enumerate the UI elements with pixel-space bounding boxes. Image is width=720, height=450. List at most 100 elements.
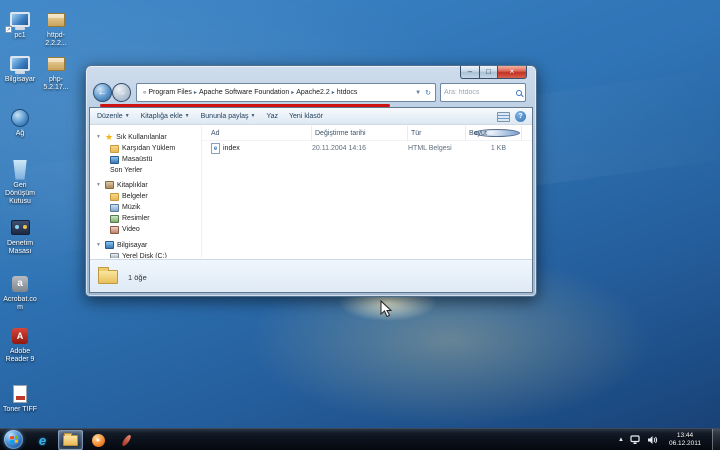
desktop-icon-computer[interactable]: Bilgisayar [2,52,38,84]
disk-drive-icon [110,253,119,258]
column-header-name[interactable]: Ad [208,126,312,141]
help-icon[interactable]: ? [515,111,526,122]
taskbar-clock[interactable]: 13:44 06.12.2011 [662,432,708,448]
back-button[interactable]: ← [93,83,112,102]
desktop-icon-label: Toner TIFF [2,406,38,414]
sidebar-item-downloads[interactable]: Karşıdan Yüklem [90,143,201,154]
sidebar-section-computer[interactable]: ▼Bilgisayar [90,239,201,251]
windows-logo-icon [10,436,18,444]
column-header-size[interactable]: Boyut [466,126,522,141]
desktop-icon-label: pc1 [2,32,38,40]
change-view-icon[interactable] [497,112,510,122]
tray-overflow-icon[interactable]: ▲ [618,437,624,443]
volume-icon[interactable] [647,435,658,445]
command-toolbar: Düzenle▼ Kitaplığa ekle▼ Bununla paylaş▼… [90,108,532,125]
close-icon: × [510,68,515,76]
maximize-button[interactable]: □ [479,66,498,79]
breadcrumb-segment[interactable]: Program Files [148,89,192,96]
sidebar-section-libraries[interactable]: ▼Kitaplıklar [90,179,201,191]
column-headers: Ad Değiştirme tarihi Tür Boyut [202,126,532,141]
monitor-icon [10,56,30,71]
taskbar-media-player-button[interactable]: ▸ [86,430,111,450]
search-box[interactable] [440,83,526,102]
package-icon [47,13,65,27]
desktop-icon-php-installer[interactable]: php-5.2.17... [38,52,74,92]
address-dropdown-icon[interactable]: ▼ [415,90,421,96]
forward-button[interactable]: → [112,83,131,102]
sidebar-item-desktop[interactable]: Masaüstü [90,154,201,165]
file-list-pane: Ad Değiştirme tarihi Tür Boyut eindex 20… [202,126,532,258]
taskbar-internet-explorer-button[interactable]: e [30,430,55,450]
file-row-index[interactable]: eindex 20.11.2004 14:16 HTML Belgesi 1 K… [202,141,532,156]
document-icon [13,385,27,403]
breadcrumb-separator-icon: ▸ [194,89,197,96]
sidebar-section-favorites[interactable]: ▼★Sık Kullanılanlar [90,131,201,143]
desktop-icon-pc1[interactable]: ↗ pc1 [2,8,38,40]
desktop-icon-label: Acrobat.com [2,296,38,312]
sidebar-item-videos[interactable]: Video [90,224,201,235]
mouse-cursor [380,300,392,323]
taskbar-apache-monitor-button[interactable] [114,430,139,450]
close-button[interactable]: × [498,66,527,79]
minimize-button[interactable]: – [460,66,479,79]
computer-icon [105,241,114,249]
desktop-wallpaper: ↗ pc1 httpd-2.2.2... Bilgisayar php-5.2.… [0,0,720,450]
desktop-icon-httpd-installer[interactable]: httpd-2.2.2... [38,8,74,48]
breadcrumb-overflow-chevron[interactable]: « [143,90,146,96]
new-folder-button[interactable]: Yeni klasör [289,113,323,120]
desktop-icon-label: Bilgisayar [2,76,38,84]
desktop-icon-acrobat-com[interactable]: a Acrobat.com [2,272,38,312]
network-icon[interactable] [630,435,641,445]
desktop-icon-label: Ağ [2,130,38,138]
column-header-type[interactable]: Tür [408,126,466,141]
sidebar-item-pictures[interactable]: Resimler [90,213,201,224]
search-icon[interactable] [516,90,522,96]
control-panel-icon [11,220,30,235]
back-arrow-icon: ← [98,87,108,98]
explorer-folder-icon [63,435,78,446]
desktop-monitor-icon [110,156,119,164]
documents-folder-icon [110,193,119,201]
downloads-folder-icon [110,145,119,153]
share-with-menu[interactable]: Bununla paylaş▼ [201,113,256,120]
desktop-icon-label: Geri Dönüşüm Kutusu [2,182,38,206]
breadcrumb-separator-icon: ▸ [332,89,335,96]
breadcrumb-segment[interactable]: htdocs [337,89,358,96]
sidebar-item-local-disk-c[interactable]: Yerel Disk (C:) [90,251,201,258]
navigation-pane: ▼★Sık Kullanılanlar Karşıdan Yüklem Masa… [90,126,202,258]
desktop-icon-recycle-bin[interactable]: Geri Dönüşüm Kutusu [2,158,38,206]
desktop-icon-toner-tiff[interactable]: Toner TIFF [2,382,38,414]
sidebar-item-music[interactable]: Müzik [90,202,201,213]
minimize-icon: – [468,68,472,76]
desktop-icon-control-panel[interactable]: Denetim Masası [2,216,38,256]
show-desktop-button[interactable] [712,429,720,450]
html-file-icon: e [211,143,220,154]
network-globe-icon [11,109,29,127]
file-type: HTML Belgesi [408,145,466,152]
refresh-icon[interactable]: ↻ [425,89,431,97]
sidebar-item-recent-places[interactable]: Son Yerler [90,165,201,175]
details-pane: 1 öğe [90,259,532,292]
column-header-date-modified[interactable]: Değiştirme tarihi [312,126,408,141]
include-in-library-menu[interactable]: Kitaplığa ekle▼ [141,113,190,120]
address-bar[interactable]: « Program Files ▸ Apache Software Founda… [136,83,436,102]
burn-button[interactable]: Yaz [266,113,278,120]
start-button[interactable] [4,430,23,449]
adobe-reader-icon: A [12,328,28,344]
organize-menu[interactable]: Düzenle▼ [97,113,130,120]
desktop-icon-label: php-5.2.17... [38,76,74,92]
taskbar-explorer-button[interactable] [58,430,83,450]
expander-icon[interactable]: ▼ [96,182,102,188]
item-count-text: 1 öğe [128,273,147,282]
desktop-icon-label: Denetim Masası [2,240,38,256]
sidebar-item-documents[interactable]: Belgeler [90,191,201,202]
expander-icon[interactable]: ▼ [96,242,102,248]
desktop-icon-network[interactable]: Ağ [2,106,38,138]
breadcrumb-segment[interactable]: Apache Software Foundation [199,89,289,96]
expander-icon[interactable]: ▼ [96,134,102,140]
music-folder-icon [110,204,119,212]
clock-time: 13:44 [662,432,708,440]
breadcrumb-segment[interactable]: Apache2.2 [296,89,329,96]
desktop-icon-adobe-reader[interactable]: A Adobe Reader 9 [2,324,38,364]
search-input[interactable] [444,89,516,96]
